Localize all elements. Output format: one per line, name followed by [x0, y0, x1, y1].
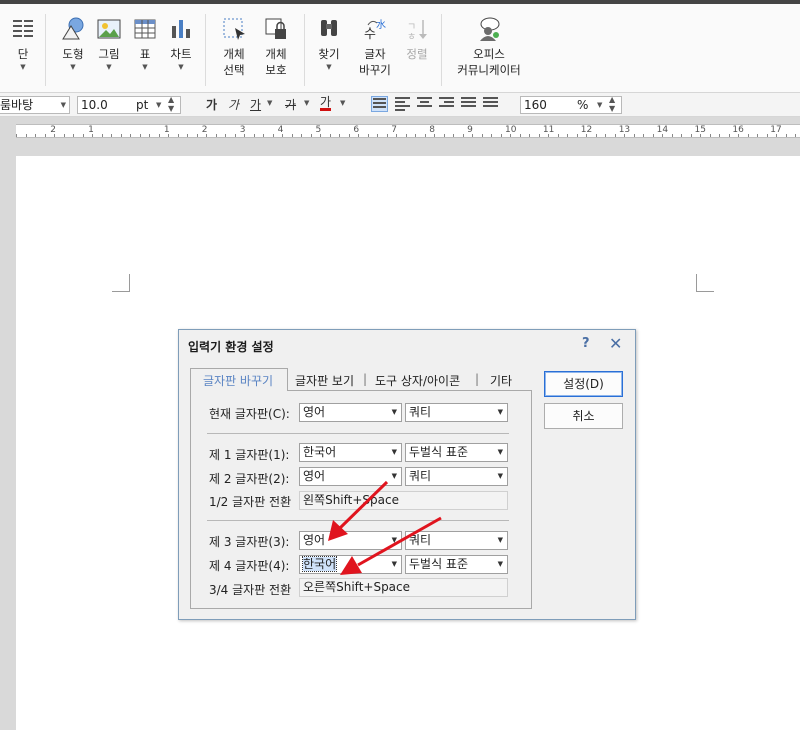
annotation-arrow-2	[340, 516, 442, 575]
annotation-arrows	[328, 480, 442, 575]
annotation-arrow-1	[328, 480, 389, 541]
